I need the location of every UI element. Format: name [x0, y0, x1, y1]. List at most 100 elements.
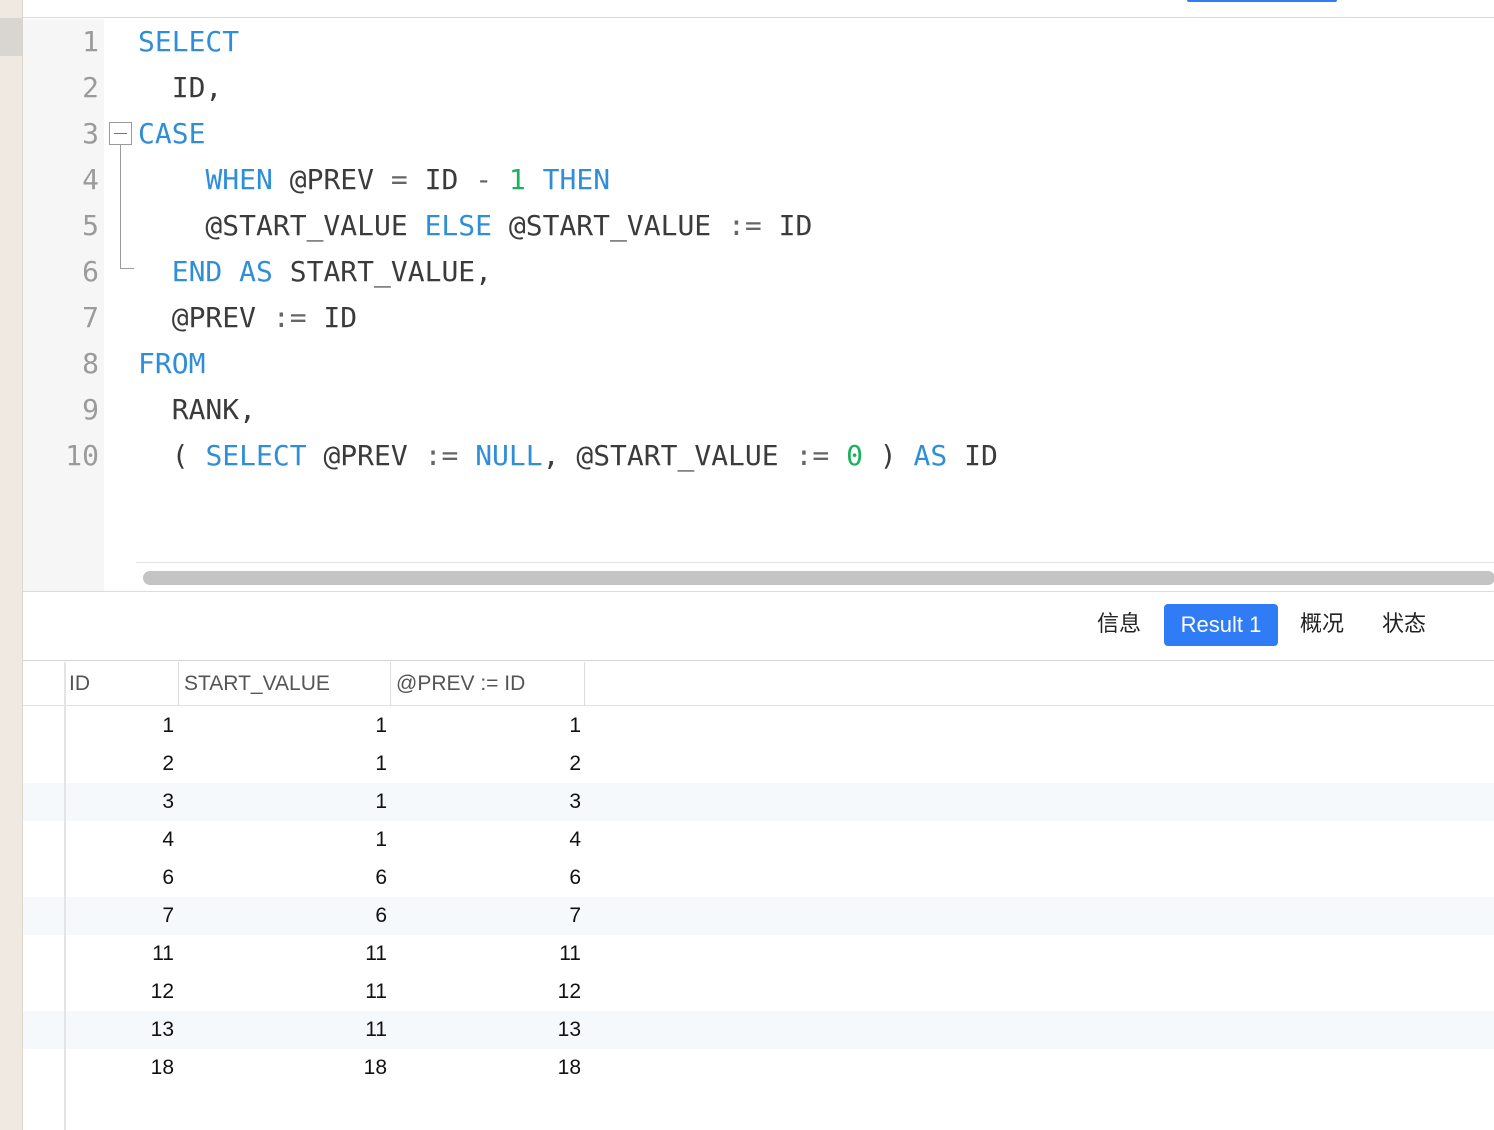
- grid-header: ID START_VALUE @PREV := ID: [23, 662, 1494, 706]
- column-header-prev[interactable]: @PREV := ID: [391, 662, 585, 706]
- code-line[interactable]: @PREV := ID: [138, 295, 357, 341]
- column-header-start-value[interactable]: START_VALUE: [179, 662, 391, 706]
- table-cell[interactable]: 11: [267, 935, 387, 973]
- table-cell[interactable]: 7: [54, 897, 174, 935]
- sql-keyword: SELECT: [205, 439, 307, 472]
- table-cell[interactable]: 12: [54, 973, 174, 1011]
- sql-text: :=: [728, 209, 762, 242]
- table-row[interactable]: 6 6 6: [23, 859, 1494, 897]
- table-row[interactable]: 1 1 1: [23, 707, 1494, 745]
- table-cell[interactable]: 6: [461, 859, 581, 897]
- table-row[interactable]: 2 1 2: [23, 745, 1494, 783]
- sql-text: ID,: [138, 71, 223, 104]
- sql-text: @PREV: [272, 163, 391, 196]
- table-cell[interactable]: 11: [461, 935, 581, 973]
- toolbar-active-button-edge[interactable]: [1187, 0, 1337, 2]
- sql-number: 1: [508, 163, 526, 196]
- horizontal-scrollbar[interactable]: [143, 571, 1494, 585]
- sql-keyword: NULL: [475, 439, 543, 472]
- table-row[interactable]: 18 18 18: [23, 1049, 1494, 1087]
- sql-text: =: [390, 163, 408, 196]
- sql-keyword: FROM: [138, 347, 206, 380]
- table-cell[interactable]: 1: [267, 783, 387, 821]
- table-cell[interactable]: 1: [267, 821, 387, 859]
- table-cell[interactable]: 12: [461, 973, 581, 1011]
- line-number: 3: [82, 117, 99, 150]
- sql-text: @START_VALUE: [138, 209, 425, 242]
- table-row[interactable]: 4 1 4: [23, 821, 1494, 859]
- sql-text: (: [138, 439, 206, 472]
- code-line[interactable]: CASE: [138, 111, 205, 157]
- sql-text: :=: [424, 439, 459, 472]
- table-row[interactable]: 12 11 12: [23, 973, 1494, 1011]
- table-cell[interactable]: 4: [54, 821, 174, 859]
- code-line[interactable]: ( SELECT @PREV := NULL, @START_VALUE := …: [138, 433, 998, 479]
- sql-text: ID: [407, 163, 476, 196]
- code-line[interactable]: FROM: [138, 341, 205, 387]
- collapse-toggle-icon[interactable]: [109, 122, 132, 145]
- table-cell[interactable]: 7: [461, 897, 581, 935]
- table-cell[interactable]: 18: [461, 1049, 581, 1087]
- code-line[interactable]: SELECT: [138, 19, 239, 65]
- sql-keyword: AS: [239, 255, 273, 288]
- table-row[interactable]: 11 11 11: [23, 935, 1494, 973]
- table-cell[interactable]: 18: [54, 1049, 174, 1087]
- table-cell[interactable]: 1: [461, 707, 581, 745]
- table-cell[interactable]: 4: [461, 821, 581, 859]
- sql-text: , @START_VALUE: [542, 439, 796, 472]
- table-cell[interactable]: 3: [461, 783, 581, 821]
- sql-text: :=: [795, 439, 830, 472]
- table-cell[interactable]: 1: [267, 707, 387, 745]
- table-row[interactable]: 3 1 3: [23, 783, 1494, 821]
- sql-editor[interactable]: 1 2 3 4 5 6 7 8 9 10 SELECT ID, CASE WHEN…: [23, 19, 1494, 592]
- line-number-gutter: 1 2 3 4 5 6 7 8 9 10: [23, 19, 104, 592]
- table-cell[interactable]: 13: [54, 1011, 174, 1049]
- app-sidebar-strip: [0, 0, 23, 1130]
- line-number: 4: [82, 163, 99, 196]
- table-cell[interactable]: 6: [267, 859, 387, 897]
- table-cell[interactable]: 13: [461, 1011, 581, 1049]
- table-cell[interactable]: 6: [267, 897, 387, 935]
- table-cell[interactable]: 1: [267, 745, 387, 783]
- table-row[interactable]: 13 11 13: [23, 1011, 1494, 1049]
- table-cell[interactable]: 2: [461, 745, 581, 783]
- table-cell[interactable]: 11: [267, 973, 387, 1011]
- sql-text: ID: [761, 209, 813, 242]
- table-cell[interactable]: 11: [54, 935, 174, 973]
- sql-keyword: AS: [913, 439, 948, 472]
- code-line[interactable]: ID,: [138, 65, 223, 111]
- sql-number: 0: [846, 439, 863, 472]
- row-selector-divider: [64, 662, 66, 1130]
- sql-keyword: CASE: [138, 117, 206, 150]
- sql-text: -: [475, 163, 493, 196]
- sql-text: ): [862, 439, 914, 472]
- tab-result-1[interactable]: Result 1: [1164, 604, 1278, 646]
- sql-text: @START_VALUE: [492, 209, 729, 242]
- table-cell[interactable]: 11: [267, 1011, 387, 1049]
- table-row[interactable]: 7 6 7: [23, 897, 1494, 935]
- code-line[interactable]: @START_VALUE ELSE @START_VALUE := ID: [138, 203, 812, 249]
- line-number: 1: [82, 25, 99, 58]
- scroll-track: [136, 562, 1494, 563]
- tab-status[interactable]: 状态: [1372, 604, 1436, 646]
- line-number: 7: [82, 301, 99, 334]
- result-grid[interactable]: ID START_VALUE @PREV := ID 1112123134146…: [23, 662, 1494, 1130]
- sql-text: @PREV: [306, 439, 425, 472]
- table-cell[interactable]: 6: [54, 859, 174, 897]
- code-line[interactable]: WHEN @PREV = ID - 1 THEN: [138, 157, 610, 203]
- code-line[interactable]: RANK,: [138, 387, 256, 433]
- table-cell[interactable]: 3: [54, 783, 174, 821]
- table-cell[interactable]: 1: [54, 707, 174, 745]
- sql-keyword: WHEN: [205, 163, 273, 196]
- code-line[interactable]: END AS START_VALUE,: [138, 249, 492, 295]
- column-header-id[interactable]: ID: [64, 662, 179, 706]
- table-cell[interactable]: 18: [267, 1049, 387, 1087]
- sidebar-selected-item[interactable]: [0, 18, 23, 56]
- tab-overview[interactable]: 概况: [1290, 604, 1354, 646]
- tab-info[interactable]: 信息: [1087, 604, 1151, 646]
- table-cell[interactable]: 2: [54, 745, 174, 783]
- line-number: 5: [82, 209, 99, 242]
